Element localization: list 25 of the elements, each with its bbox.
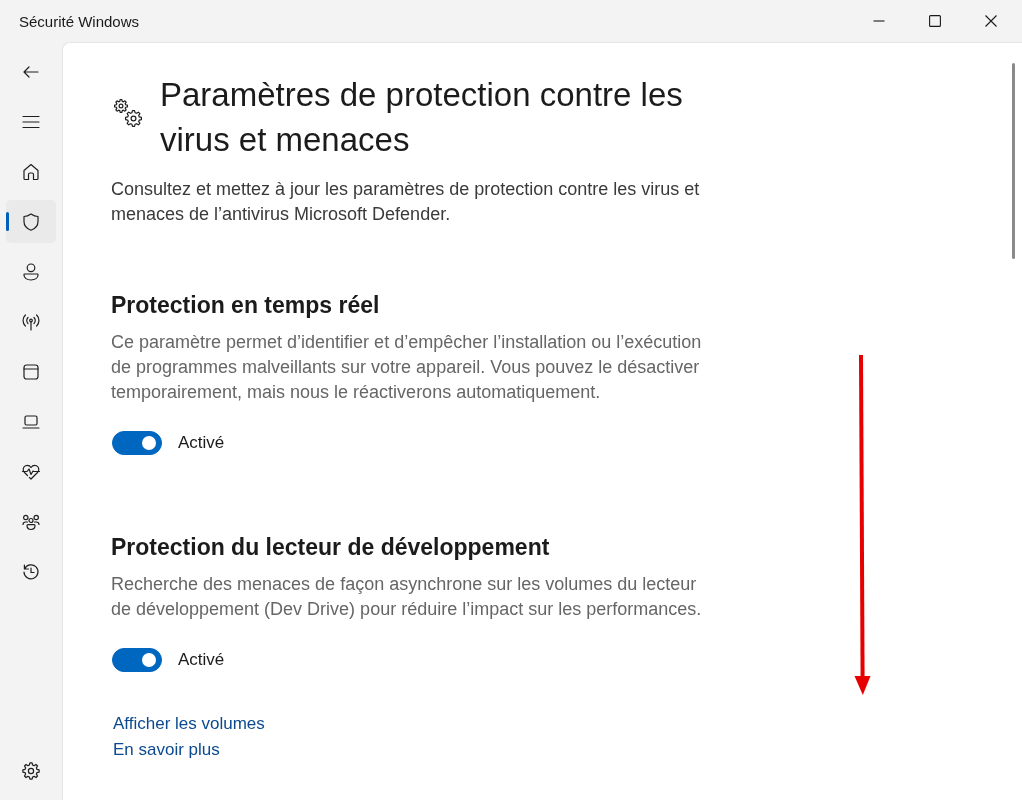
person-icon xyxy=(21,261,41,282)
toggle-switch[interactable] xyxy=(112,648,162,672)
text-link[interactable]: En savoir plus xyxy=(113,737,220,763)
settings-icon xyxy=(21,760,41,781)
antenna-icon xyxy=(21,311,41,332)
page-description: Consultez et mettez à jour les paramètres de protection contre les virus et menaces de l’antivirus Microsoft Defender. xyxy=(111,178,701,226)
home-icon xyxy=(21,161,41,182)
toggle-label: Activé xyxy=(178,650,225,670)
history-icon xyxy=(21,561,41,582)
scrollbar-thumb[interactable] xyxy=(1012,63,1015,259)
section-heading: Protection du lecteur de développement xyxy=(111,533,551,562)
window-title: Sécurité Windows xyxy=(18,12,140,30)
shield-icon xyxy=(21,211,41,232)
shield-nav-item[interactable] xyxy=(6,200,56,243)
section-description: Ce paramètre permet d’identifier et d’empêcher l’installation ou l’exécution de programmes malveillants sur votre appareil. Vous pouvez le désactiver temporairement, mais nous le réactiverons automatiquement. xyxy=(111,331,703,404)
section-heading: Protection en temps réel xyxy=(111,291,381,320)
maximize-icon xyxy=(929,15,941,27)
toggle-label: Activé xyxy=(178,433,225,453)
toggle-switch[interactable] xyxy=(112,431,162,455)
app-window-icon xyxy=(21,361,41,382)
page-title: Paramètres de protection contre les virus et menaces xyxy=(160,75,684,160)
close-icon xyxy=(985,15,997,27)
section-description: Recherche des menaces de façon asynchrone sur les volumes du lecteur de développement (Dev Drive) pour réduire l’impact sur les performances. xyxy=(111,573,703,621)
text-link[interactable]: Afficher les volumes xyxy=(113,711,265,737)
gears-icon xyxy=(113,98,143,128)
